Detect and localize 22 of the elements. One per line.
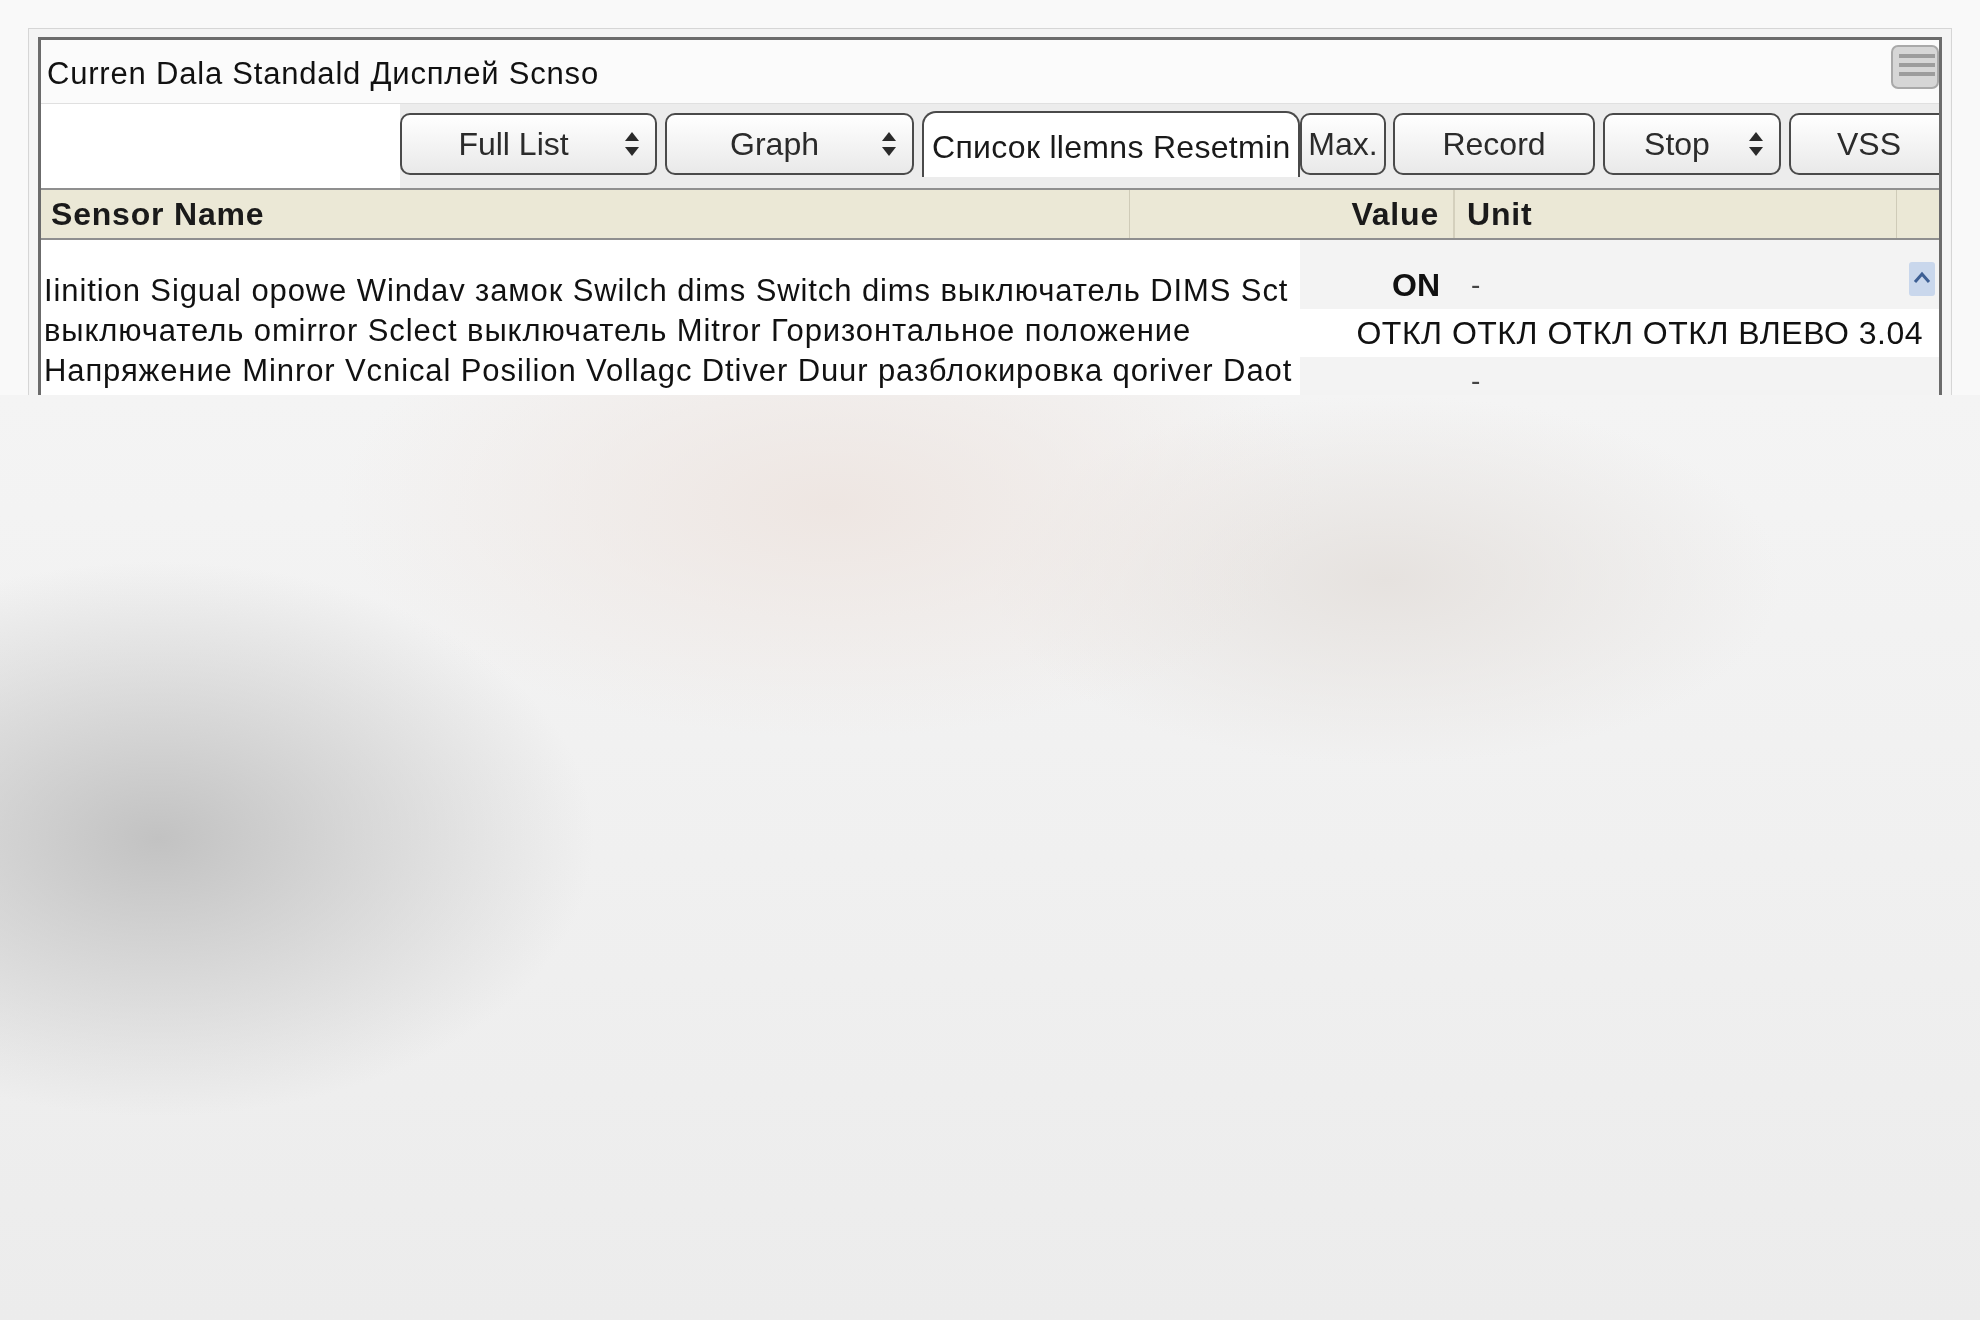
tab[interactable]: Список llemns Resetmin (922, 111, 1300, 177)
column-header: Sensor Name (41, 190, 1130, 238)
toolbar-button[interactable]: Max. (1300, 113, 1386, 175)
column-header: Unit (1455, 190, 1897, 238)
dropdown-button[interactable]: Full List (400, 113, 657, 175)
sensor-name-text: Iinition Sigual opowe Windav замок Swilch dims Switch dims выключатель DIMS Sct (44, 271, 1289, 310)
value-text: ОТКЛ ОТКЛ ОТКЛ ОТКЛ ВЛЕВО 3.04 (1356, 314, 1923, 353)
sensor-name-text: выключатель omirror Sclect выключатель Mitror Горизонтальное положение (44, 311, 1192, 350)
value-text: ON (1392, 266, 1440, 305)
up-down-caret-icon (882, 132, 896, 156)
column-header: Value (1130, 190, 1455, 238)
toolbar-button[interactable]: VSS (1789, 113, 1939, 175)
up-down-caret-icon (1749, 132, 1763, 156)
sensor-name-text: Напряжение Minror Vcnical Posilion Vollagc Dtiver Duur разблокировка qoriver Daot (44, 351, 1293, 390)
scroll-up-icon[interactable] (1909, 262, 1935, 296)
toolbar-button[interactable]: Record (1393, 113, 1595, 175)
unit-text: - (1471, 268, 1481, 302)
unit-text: - (1471, 364, 1481, 395)
up-down-caret-icon (625, 132, 639, 156)
window-title: Curren Dala Standald Дисплей Scnso (47, 55, 599, 93)
dropdown-button[interactable]: Graph (665, 113, 914, 175)
dropdown-button[interactable]: Stop (1603, 113, 1781, 175)
